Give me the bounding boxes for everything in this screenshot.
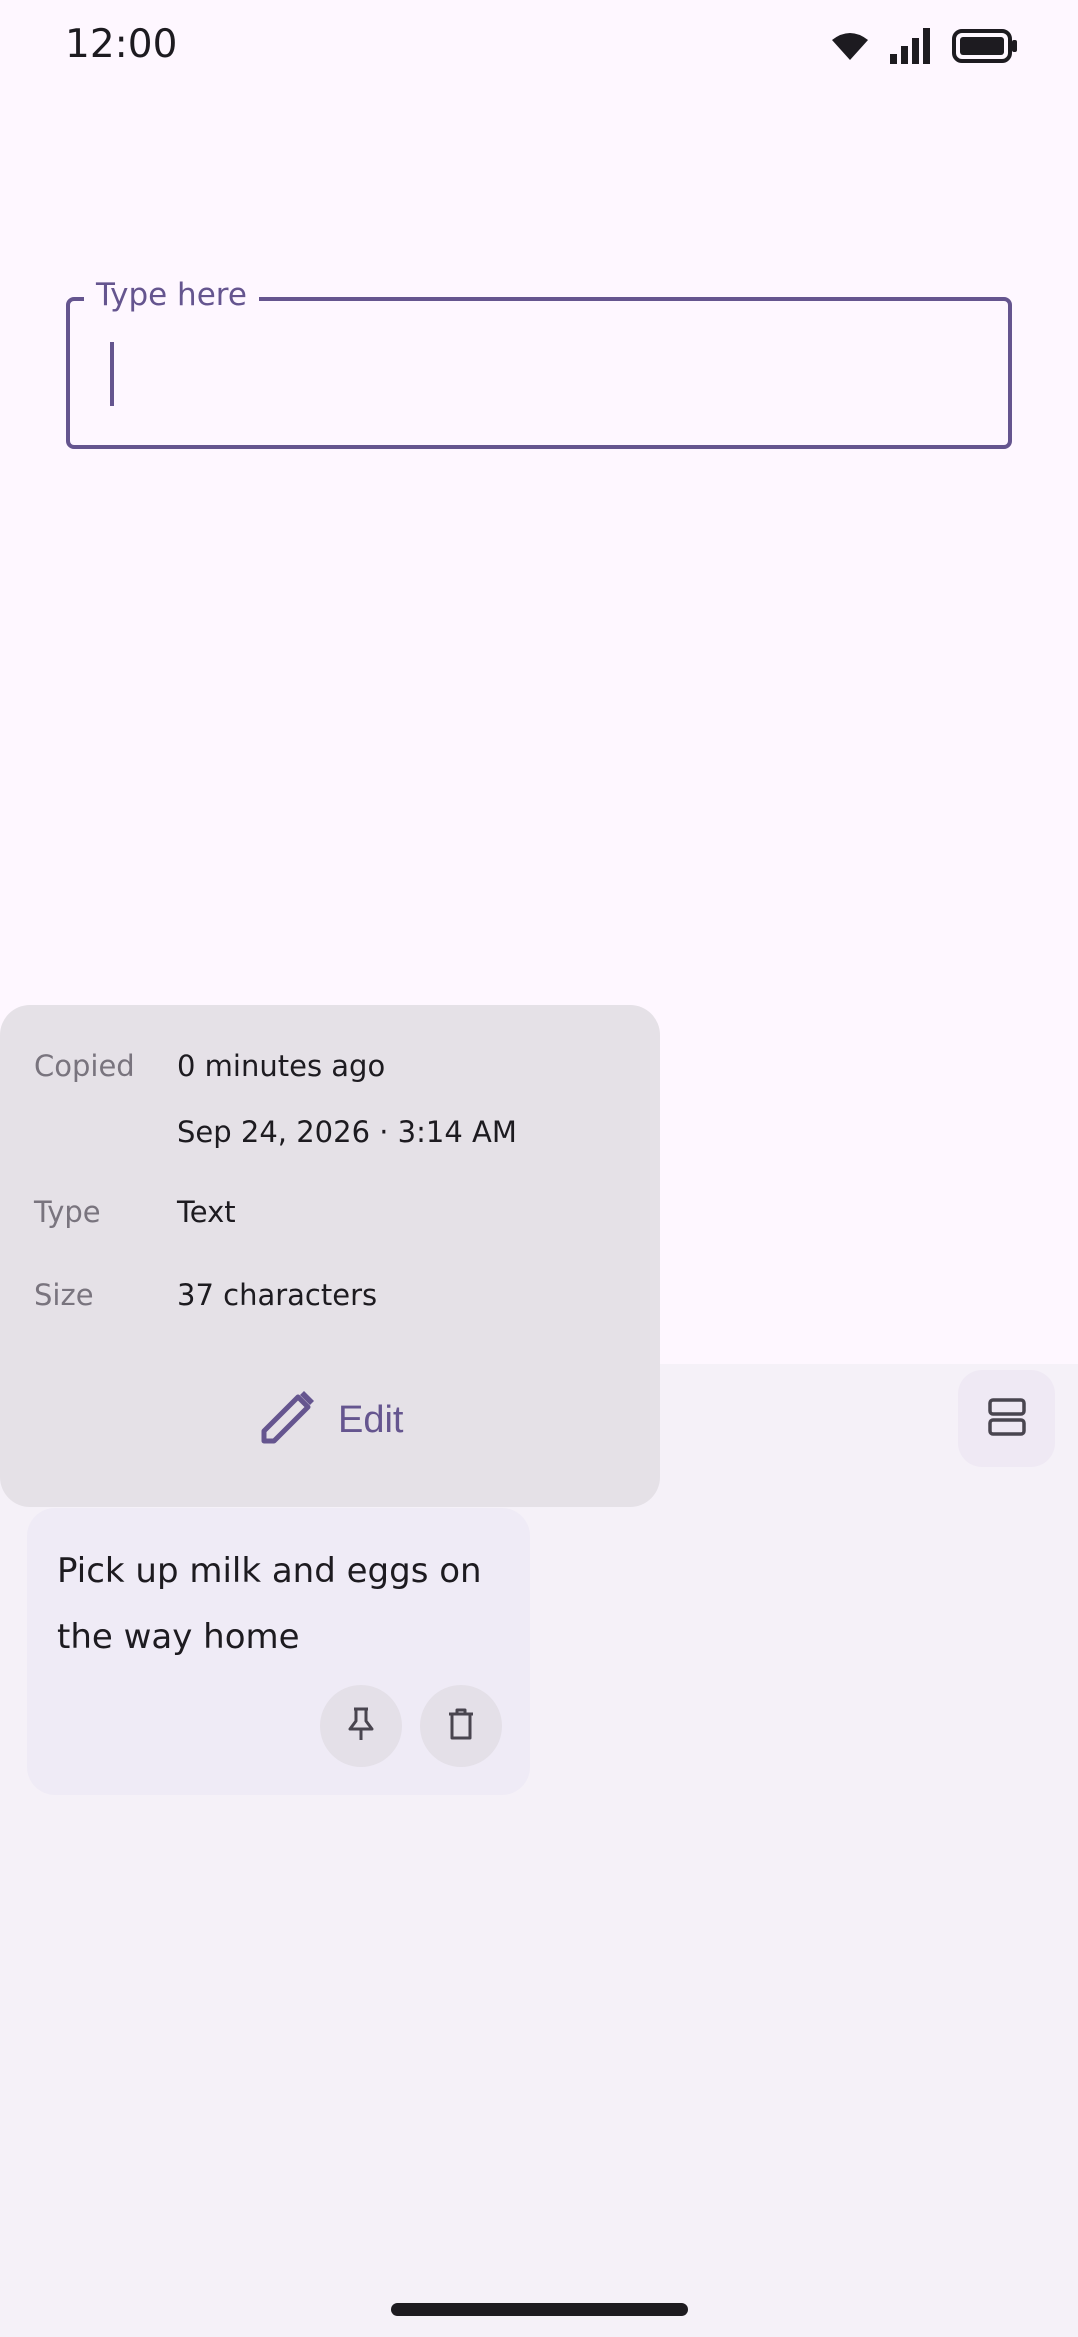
copied-relative-value: 0 minutes ago xyxy=(177,1049,386,1083)
copied-label: Copied xyxy=(34,1049,135,1083)
delete-button[interactable] xyxy=(420,1685,502,1767)
signal-icon xyxy=(890,28,932,64)
view-agenda-icon xyxy=(987,1397,1027,1441)
pin-icon xyxy=(346,1707,376,1745)
size-label: Size xyxy=(34,1278,94,1312)
battery-icon xyxy=(952,29,1018,63)
text-cursor xyxy=(110,342,114,406)
wifi-icon xyxy=(830,30,870,62)
clip-details-popup: Copied 0 minutes ago Sep 24, 2026 · 3:14… xyxy=(0,1005,660,1507)
clip-card[interactable]: Pick up milk and eggs on the way home xyxy=(27,1508,530,1795)
text-field-label: Type here xyxy=(84,275,259,315)
type-here-input[interactable]: Type here xyxy=(66,275,1012,449)
pin-button[interactable] xyxy=(320,1685,402,1767)
edit-label: Edit xyxy=(338,1398,404,1441)
clip-text: Pick up milk and eggs on the way home xyxy=(57,1551,482,1657)
type-label: Type xyxy=(34,1195,101,1229)
copied-datetime-value: Sep 24, 2026 · 3:14 AM xyxy=(177,1115,517,1149)
status-time: 12:00 xyxy=(65,22,178,67)
size-value: 37 characters xyxy=(177,1278,378,1312)
home-indicator[interactable] xyxy=(391,2303,688,2316)
status-icons xyxy=(830,28,1018,64)
status-bar: 12:00 xyxy=(0,0,1078,100)
edit-button[interactable]: Edit xyxy=(258,1387,403,1453)
delete-icon xyxy=(447,1708,475,1744)
pencil-icon xyxy=(258,1389,316,1451)
type-value: Text xyxy=(177,1195,236,1229)
layout-toggle-button[interactable] xyxy=(958,1370,1055,1467)
